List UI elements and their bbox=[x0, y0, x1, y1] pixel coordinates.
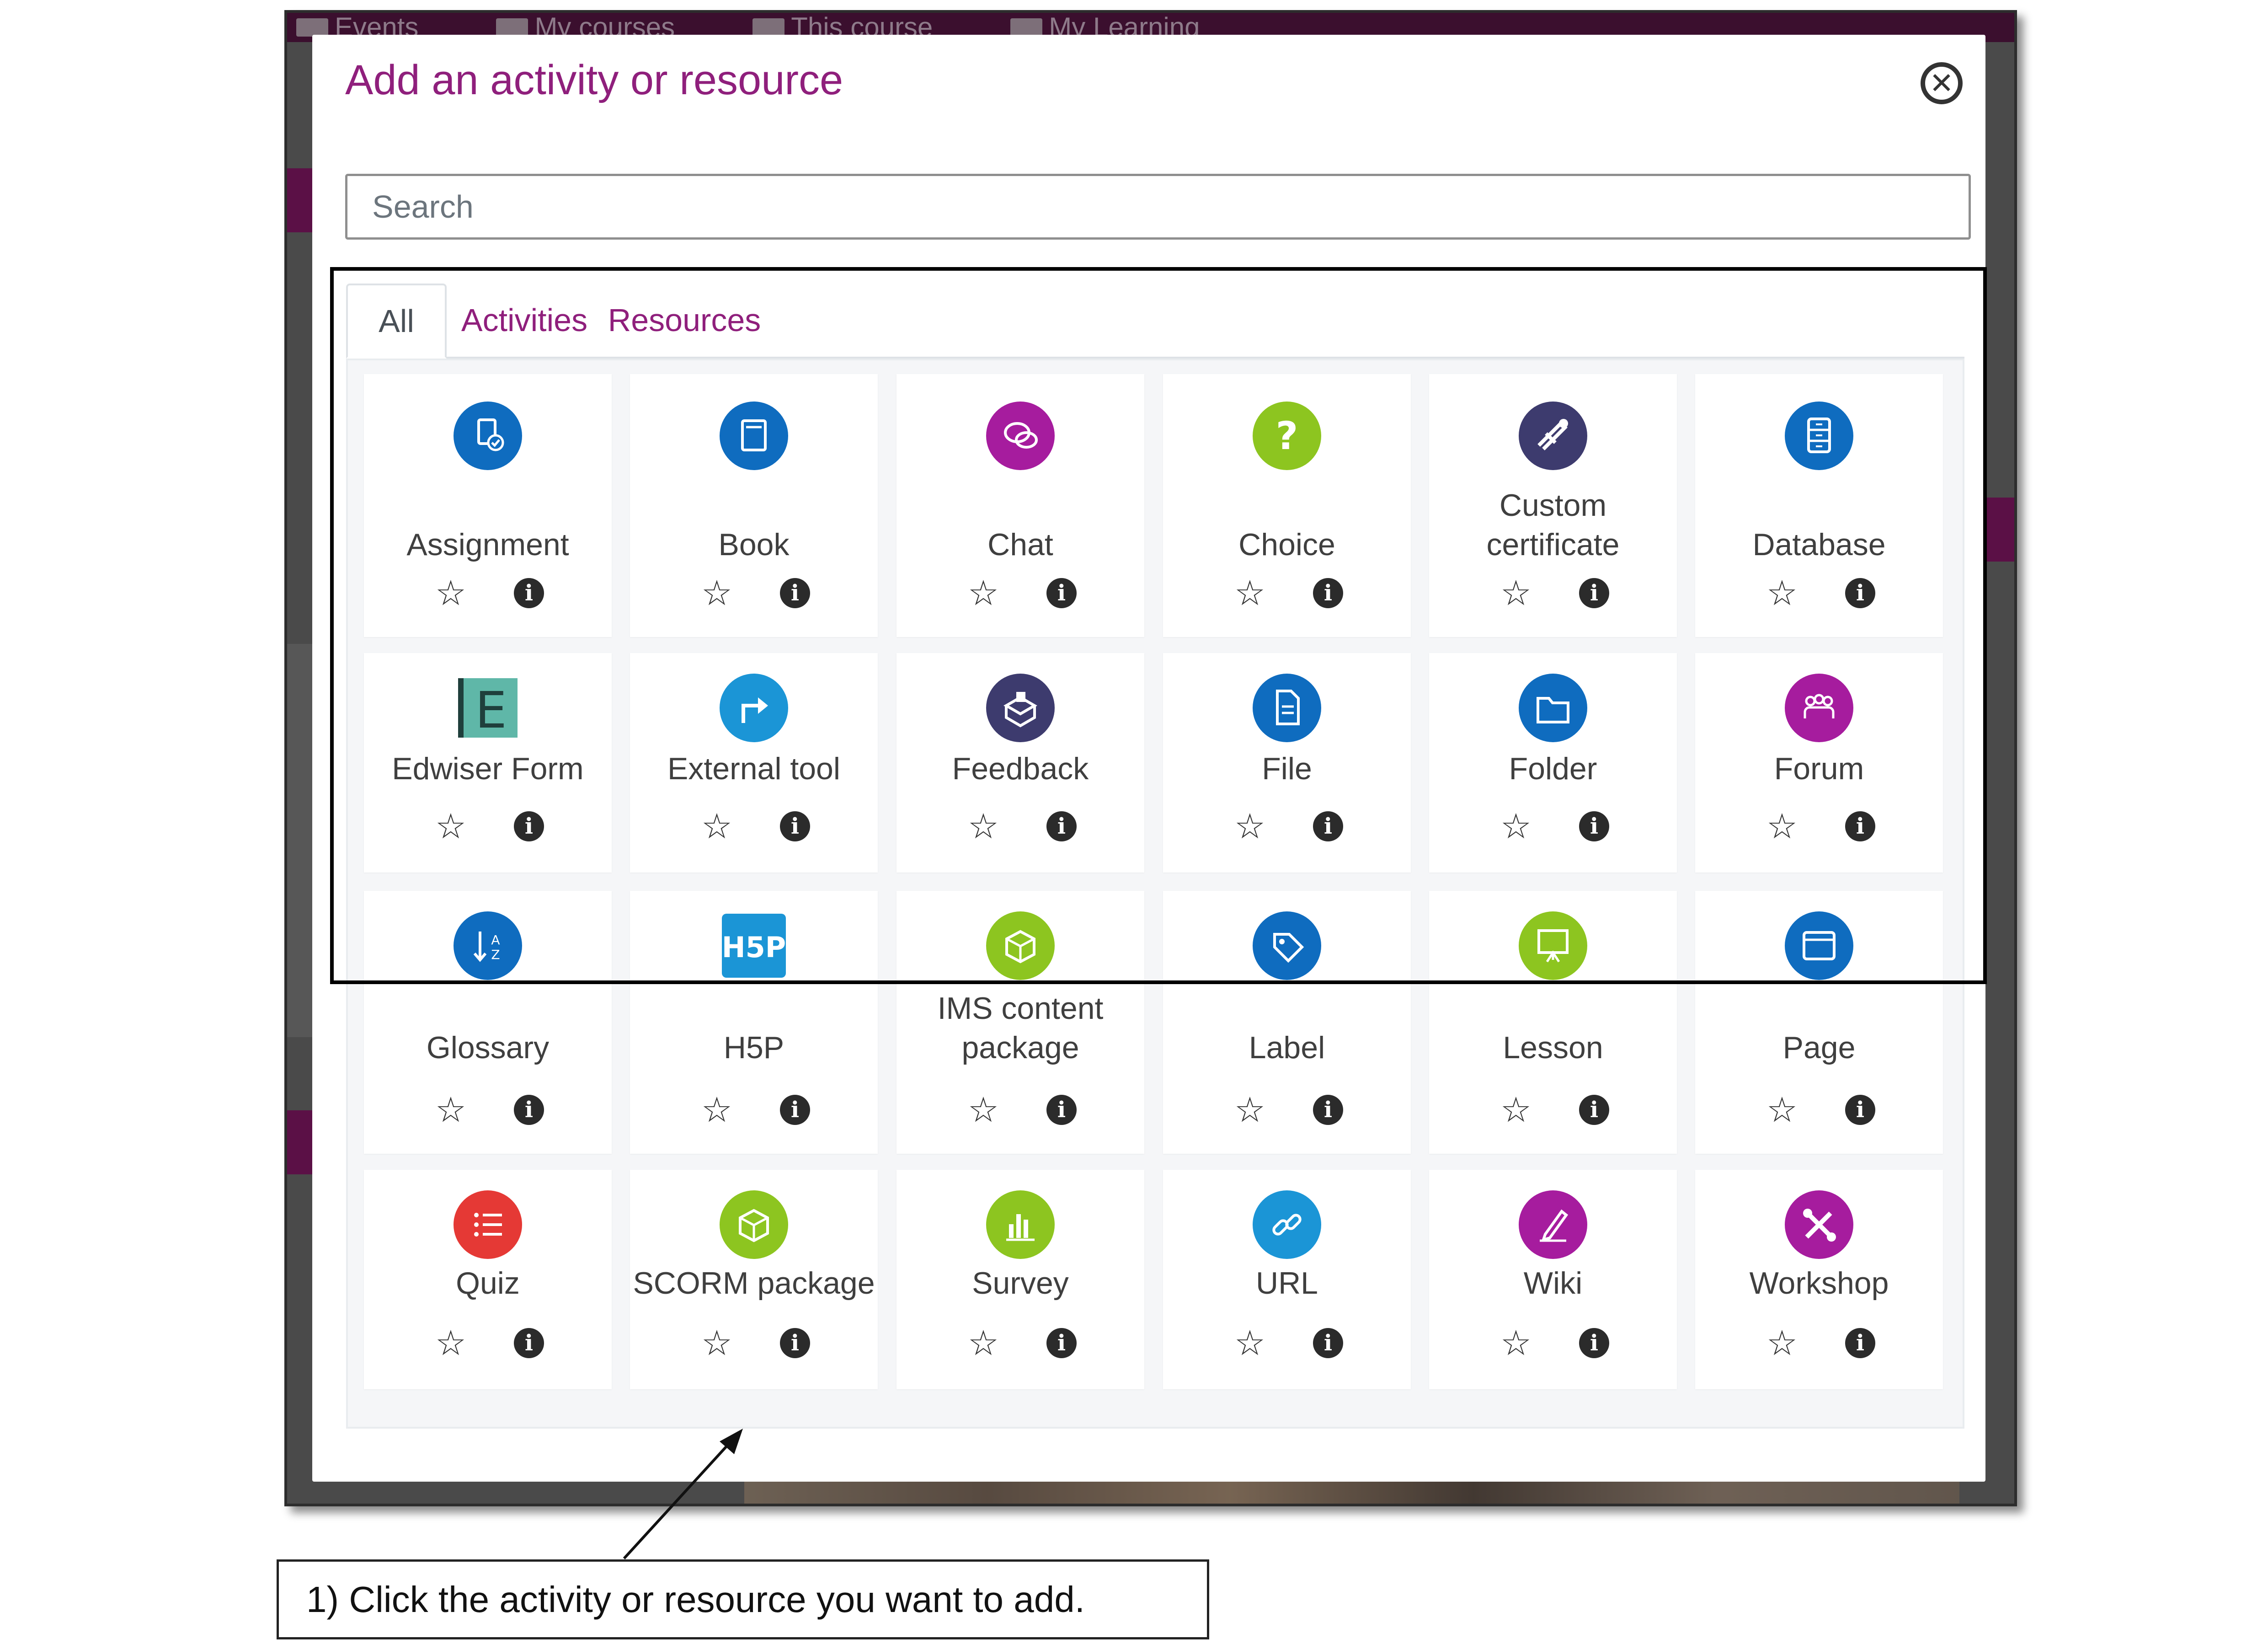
instruction-text: 1) Click the activity or resource you wa… bbox=[306, 1579, 1085, 1620]
callout-arrow bbox=[623, 1429, 743, 1560]
instruction-callout: 1) Click the activity or resource you wa… bbox=[277, 1559, 1209, 1639]
